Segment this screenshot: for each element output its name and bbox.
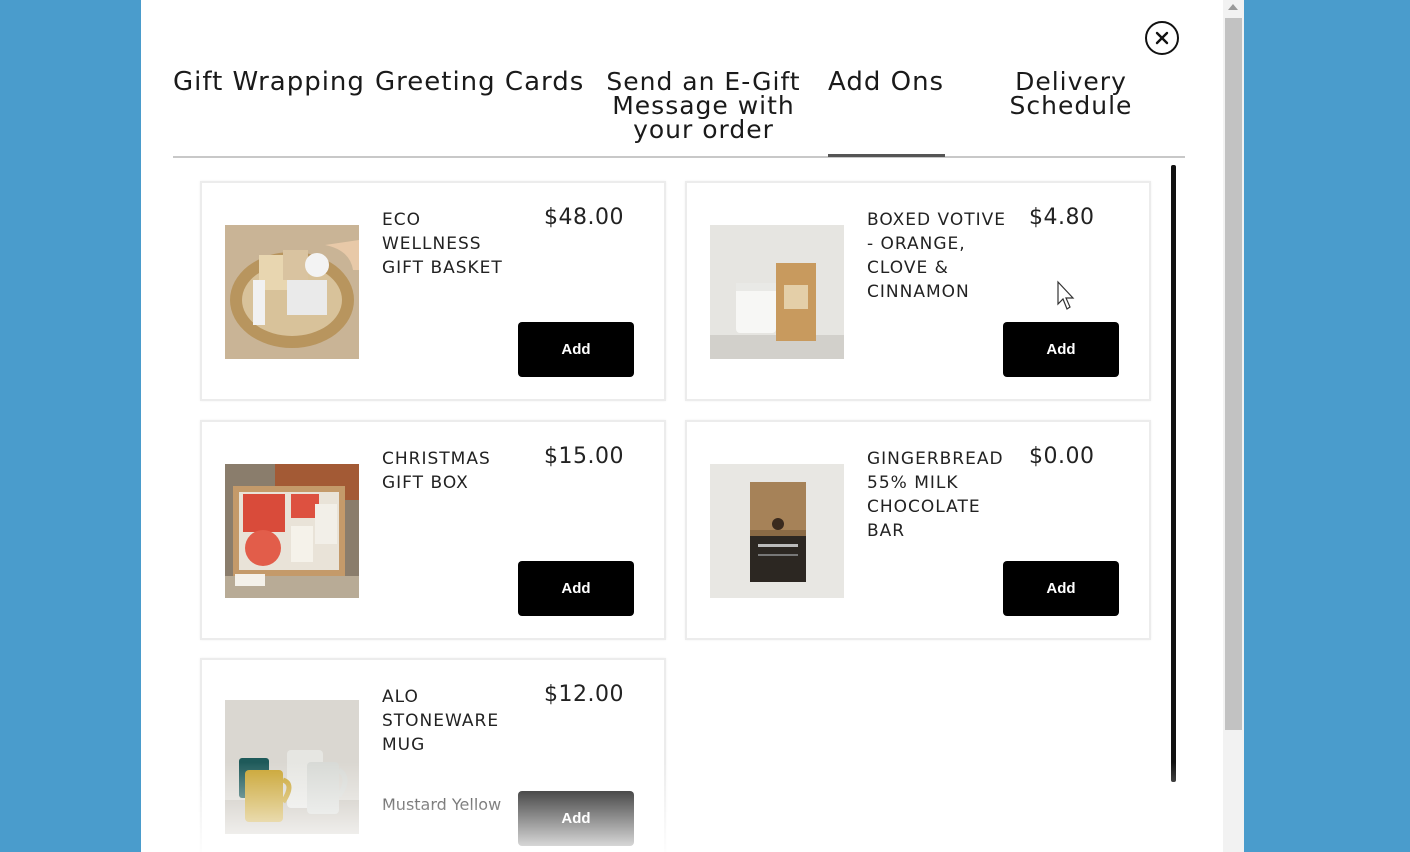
- window-scrollbar[interactable]: [1223, 0, 1244, 852]
- product-image: [225, 700, 359, 834]
- product-name: CHRISTMAS GIFT BOX: [382, 449, 491, 493]
- product-name: GINGERBREAD 55% MILK CHOCOLATE BAR: [867, 449, 1004, 541]
- product-variant: Mustard Yellow: [382, 795, 502, 814]
- product-card: ALO STONEWARE MUG $12.00 Mustard Yellow …: [200, 658, 666, 852]
- tab-greeting-cards[interactable]: Greeting Cards: [375, 69, 584, 95]
- product-image: [225, 464, 359, 598]
- close-icon: [1155, 31, 1169, 45]
- product-price: $15.00: [544, 444, 624, 469]
- product-name: ALO STONEWARE MUG: [382, 687, 500, 755]
- tab-e-gift-message[interactable]: Send an E-Gift Message with your order: [601, 69, 806, 142]
- add-button[interactable]: Add: [1003, 322, 1119, 377]
- product-card: CHRISTMAS GIFT BOX $15.00 Add: [200, 420, 666, 640]
- product-name: BOXED VOTIVE - ORANGE, CLOVE & CINNAMON: [867, 210, 1007, 302]
- content-scrollbar[interactable]: [1171, 165, 1176, 782]
- product-price: $0.00: [1029, 444, 1095, 469]
- close-button[interactable]: [1145, 21, 1179, 55]
- add-ons-modal: Gift Wrapping Greeting Cards Send an E-G…: [141, 0, 1223, 852]
- tab-delivery-schedule[interactable]: Delivery Schedule: [1005, 69, 1137, 118]
- add-button[interactable]: Add: [518, 791, 634, 846]
- product-card: BOXED VOTIVE - ORANGE, CLOVE & CINNAMON …: [685, 181, 1151, 401]
- product-price: $12.00: [544, 682, 624, 707]
- active-tab-indicator: [828, 154, 945, 157]
- tab-divider: [173, 156, 1185, 158]
- product-price: $48.00: [544, 205, 624, 230]
- scroll-up-arrow-icon[interactable]: [1228, 4, 1238, 10]
- product-image: [710, 225, 844, 359]
- product-image: [710, 464, 844, 598]
- tab-gift-wrapping[interactable]: Gift Wrapping: [173, 69, 365, 95]
- add-button[interactable]: Add: [518, 322, 634, 377]
- product-card: ECO WELLNESS GIFT BASKET $48.00 Add: [200, 181, 666, 401]
- tab-add-ons[interactable]: Add Ons: [828, 69, 944, 95]
- product-name: ECO WELLNESS GIFT BASKET: [382, 210, 503, 278]
- mouse-cursor-icon: [1057, 280, 1075, 310]
- product-card: GINGERBREAD 55% MILK CHOCOLATE BAR $0.00…: [685, 420, 1151, 640]
- product-price: $4.80: [1029, 205, 1095, 230]
- scrollbar-thumb[interactable]: [1225, 18, 1242, 730]
- product-image: [225, 225, 359, 359]
- add-button[interactable]: Add: [1003, 561, 1119, 616]
- add-button[interactable]: Add: [518, 561, 634, 616]
